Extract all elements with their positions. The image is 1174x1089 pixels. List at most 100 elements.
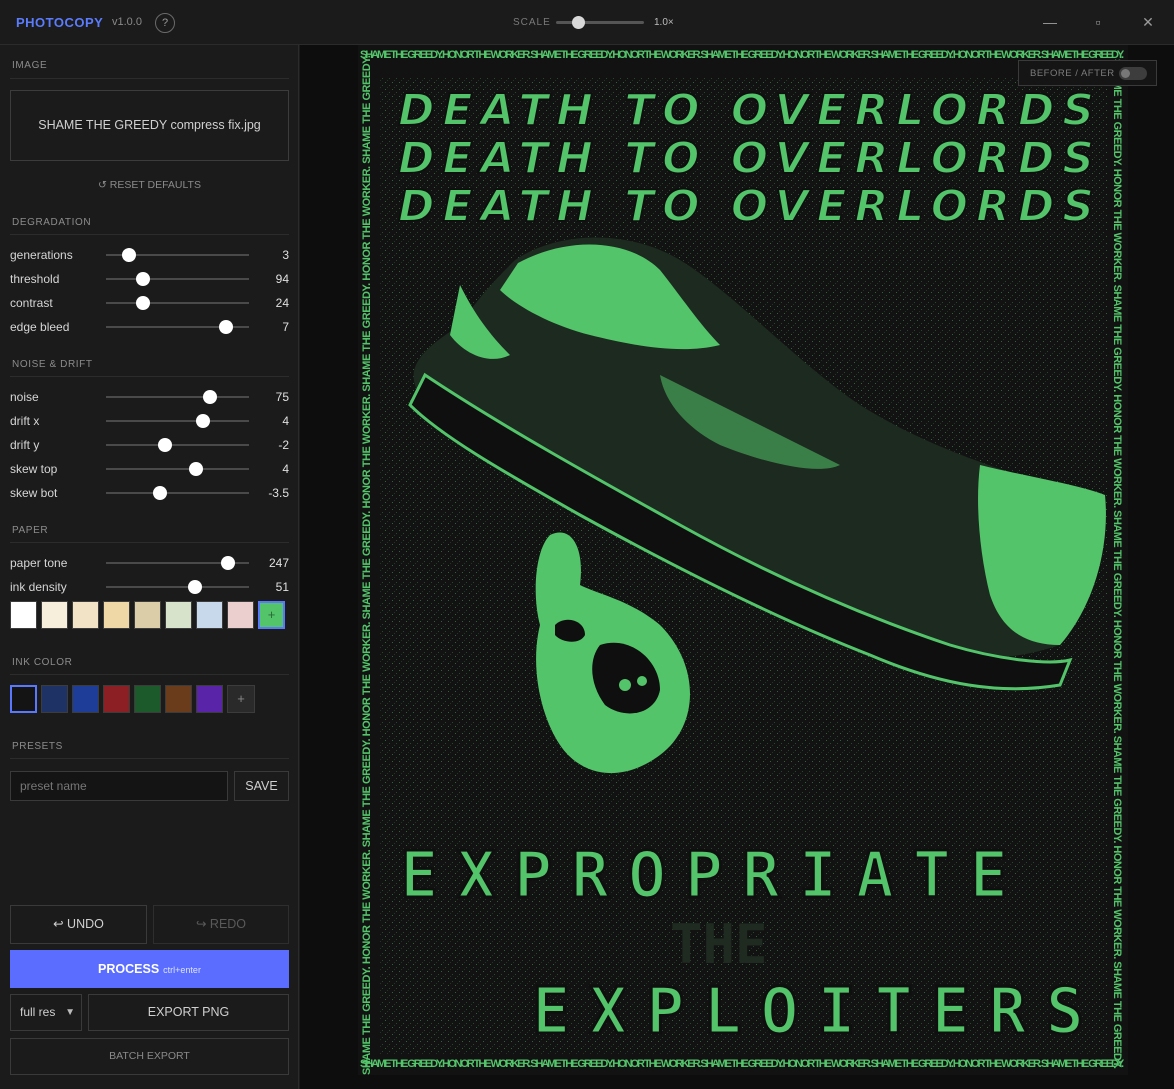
toggle-knob [1121, 69, 1130, 78]
slider-value: 24 [275, 296, 289, 310]
app-title: PHOTOCOPY [16, 15, 104, 30]
slider-thumb[interactable] [157, 438, 172, 452]
before-after-toggle[interactable] [1119, 67, 1147, 80]
slider-thumb[interactable] [203, 390, 218, 404]
ink-swatch[interactable] [196, 685, 223, 713]
slider-row: drift y -2 [0, 435, 299, 455]
slider-value: 94 [275, 272, 289, 286]
slider-label: paper tone [10, 556, 68, 570]
slider-value: 4 [282, 462, 289, 476]
app-version: v1.0.0 [112, 16, 142, 28]
preset-name-input[interactable] [10, 771, 228, 801]
slider-label: skew bot [10, 486, 58, 500]
slider-label: edge bleed [10, 320, 70, 334]
divider [10, 674, 289, 675]
ink-swatch[interactable] [41, 685, 68, 713]
paper-swatch[interactable] [10, 601, 37, 629]
slider-thumb[interactable] [196, 414, 211, 428]
close-icon[interactable]: ✕ [1138, 12, 1158, 32]
slider-thumb[interactable] [219, 320, 234, 334]
maximize-icon[interactable]: ▫ [1088, 12, 1108, 32]
slider-row: skew top 4 [0, 459, 299, 479]
help-icon[interactable]: ? [155, 13, 175, 33]
slider-label: noise [10, 390, 39, 404]
slider-track[interactable] [106, 420, 249, 422]
slider-row: ink density 51 [0, 577, 299, 597]
slider-thumb[interactable] [187, 580, 202, 594]
divider [10, 758, 289, 759]
poster-headline-3: DEATH TO OVERLORDS [398, 181, 1094, 232]
slider-thumb[interactable] [136, 296, 151, 310]
paper-swatch[interactable]: + [258, 601, 285, 629]
slider-thumb[interactable] [136, 272, 151, 286]
save-preset-button[interactable]: SAVE [234, 771, 289, 801]
paper-swatch[interactable] [165, 601, 192, 629]
scale-slider[interactable] [556, 21, 644, 24]
paper-swatch[interactable] [103, 601, 130, 629]
section-title-ink-color: INK COLOR [12, 657, 73, 668]
paper-swatch[interactable] [134, 601, 161, 629]
resolution-select[interactable]: full res ▼ [10, 994, 82, 1031]
paper-swatch[interactable] [196, 601, 223, 629]
ink-swatch[interactable] [10, 685, 37, 713]
slider-thumb[interactable] [121, 248, 136, 262]
poster-headline-2: DEATH TO OVERLORDS [398, 133, 1094, 184]
slider-row: generations 3 [0, 245, 299, 265]
process-button[interactable]: PROCESS ctrl+enter [10, 950, 289, 988]
section-title-presets: PRESETS [12, 741, 63, 752]
paper-swatch[interactable] [72, 601, 99, 629]
ink-swatch[interactable] [165, 685, 192, 713]
slider-value: 75 [275, 390, 289, 404]
scale-value: 1.0× [654, 17, 674, 28]
divider [10, 542, 289, 543]
slider-track[interactable] [106, 586, 249, 588]
reset-defaults-button[interactable]: ↺ RESET DEFAULTS [0, 179, 299, 191]
scale-slider-thumb[interactable] [572, 16, 585, 29]
slider-label: ink density [10, 580, 67, 594]
slider-row: skew bot -3.5 [0, 483, 299, 503]
slider-track[interactable] [106, 396, 249, 398]
poster-border-text-left: SHAME THE GREEDY. HONOR THE WORKER. SHAM… [361, 55, 373, 1075]
poster-slogan-line-2: THE [670, 913, 768, 976]
slider-row: contrast 24 [0, 293, 299, 313]
slider-thumb[interactable] [220, 556, 235, 570]
divider [10, 234, 289, 235]
slider-track[interactable] [106, 278, 249, 280]
slider-label: contrast [10, 296, 53, 310]
slider-label: drift y [10, 438, 40, 452]
before-after-toggle-wrap: BEFORE / AFTER [1018, 60, 1157, 86]
slider-track[interactable] [106, 492, 249, 494]
preview-pane: SHAME THE GREEDY. HONOR THE WORKER. SHAM… [300, 45, 1174, 1089]
slider-value: -2 [278, 438, 289, 452]
ink-swatch[interactable] [103, 685, 130, 713]
paper-swatch[interactable] [41, 601, 68, 629]
ink-swatch[interactable] [72, 685, 99, 713]
slider-row: edge bleed 7 [0, 317, 299, 337]
slider-row: drift x 4 [0, 411, 299, 431]
divider [10, 376, 289, 377]
slider-track[interactable] [106, 302, 249, 304]
section-title-paper: PAPER [12, 525, 49, 536]
poster-slogan-line-1: EXPROPRIATE [400, 839, 1008, 913]
processed-image-preview: SHAME THE GREEDY. HONOR THE WORKER. SHAM… [358, 45, 1128, 1075]
slider-label: threshold [10, 272, 60, 286]
slider-track[interactable] [106, 468, 249, 470]
poster-border-text-top: SHAME THE GREEDY. HONOR THE WORKER. SHAM… [360, 49, 1125, 61]
export-png-button[interactable]: EXPORT PNG [88, 994, 289, 1031]
slider-label: drift x [10, 414, 40, 428]
slider-row: noise 75 [0, 387, 299, 407]
add-ink-color-button[interactable]: + [227, 685, 255, 713]
ink-swatch[interactable] [134, 685, 161, 713]
slider-track[interactable] [106, 444, 249, 446]
image-drop-zone[interactable]: SHAME THE GREEDY compress fix.jpg [10, 90, 289, 161]
redo-button[interactable]: ↪ REDO [153, 905, 289, 944]
batch-export-button[interactable]: BATCH EXPORT [10, 1038, 289, 1075]
minimize-icon[interactable]: — [1040, 12, 1060, 32]
undo-button[interactable]: ↩ UNDO [10, 905, 147, 944]
paper-swatch[interactable] [227, 601, 254, 629]
title-bar: PHOTOCOPY v1.0.0 ? SCALE 1.0× — ▫ ✕ [0, 0, 1174, 45]
slider-row: threshold 94 [0, 269, 299, 289]
slider-thumb[interactable] [189, 462, 204, 476]
section-title-degradation: DEGRADATION [12, 217, 92, 228]
slider-thumb[interactable] [153, 486, 168, 500]
